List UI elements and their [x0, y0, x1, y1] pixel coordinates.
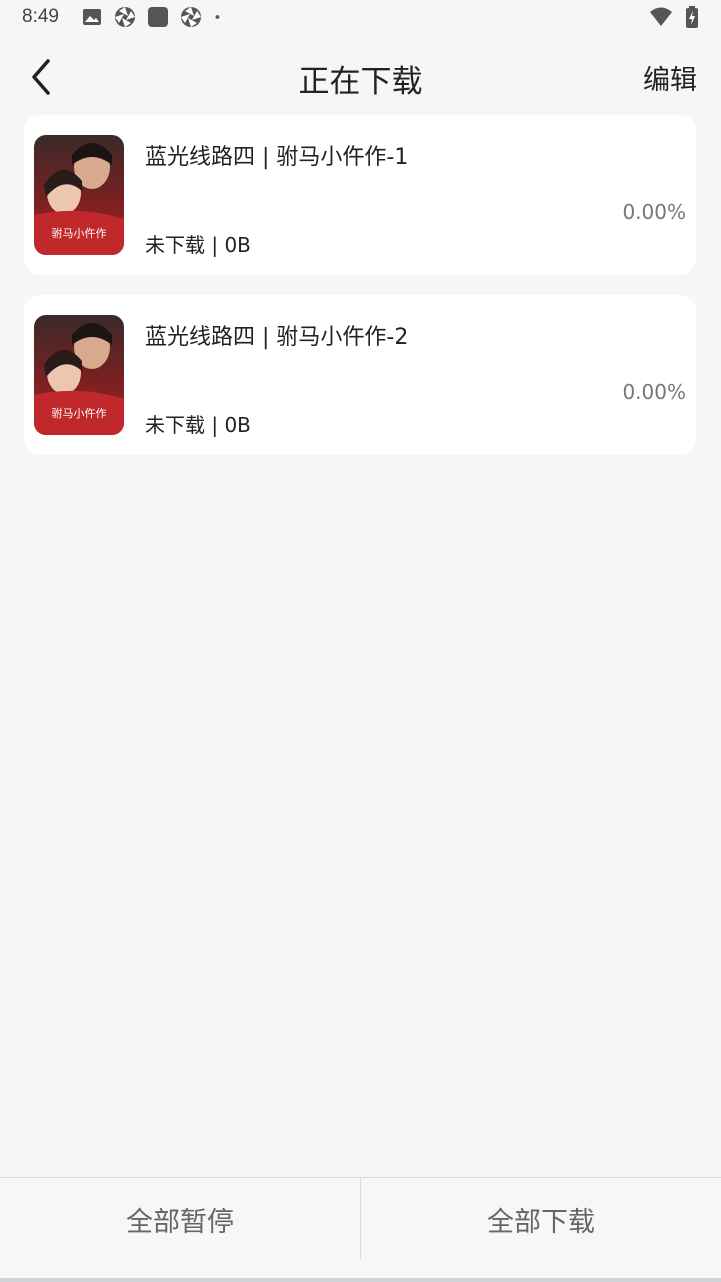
page-title: 正在下载 [298, 64, 423, 100]
video-poster: 驸马小仵作 [34, 135, 124, 255]
status-time: 8:49 [22, 6, 59, 27]
download-title: 蓝光线路四 | 驸马小仵作-1 [145, 145, 409, 170]
status-bar: 8:49 [0, 0, 721, 34]
dot-icon [215, 15, 220, 19]
aperture-icon [114, 7, 135, 27]
app-root: 8:49 正在下载 编辑 驸马小仵作 蓝光线路四 | 驸马小仵作-1 未下载 |… [0, 0, 721, 1282]
navigation-strip [0, 1278, 721, 1282]
status-icons-left [81, 6, 227, 28]
download-item[interactable]: 驸马小仵作 蓝光线路四 | 驸马小仵作-2 未下载 | 0B 0.00% [24, 295, 696, 455]
download-list: 驸马小仵作 蓝光线路四 | 驸马小仵作-1 未下载 | 0B 0.00% 驸马小… [24, 115, 696, 475]
status-icons-right [649, 6, 699, 28]
download-item[interactable]: 驸马小仵作 蓝光线路四 | 驸马小仵作-1 未下载 | 0B 0.00% [24, 115, 696, 275]
poster-title: 驸马小仵作 [52, 226, 107, 240]
image-icon [82, 9, 101, 25]
pause-all-button[interactable]: 全部暂停 [0, 1178, 360, 1260]
header: 正在下载 编辑 [0, 40, 721, 112]
aperture-icon [180, 7, 201, 27]
video-poster: 驸马小仵作 [34, 315, 124, 435]
download-title: 蓝光线路四 | 驸马小仵作-2 [145, 325, 409, 350]
download-all-button[interactable]: 全部下载 [361, 1178, 721, 1260]
edit-button[interactable]: 编辑 [643, 58, 697, 97]
download-status: 未下载 | 0B [145, 233, 251, 257]
poster-title: 驸马小仵作 [52, 406, 107, 420]
download-status: 未下载 | 0B [145, 413, 251, 437]
download-progress: 0.00% [622, 200, 686, 224]
square-app-icon [147, 7, 168, 27]
bottom-action-bar: 全部暂停 全部下载 [0, 1177, 721, 1282]
battery-charging-icon [686, 6, 698, 28]
wifi-icon [650, 7, 672, 26]
download-progress: 0.00% [622, 380, 686, 404]
